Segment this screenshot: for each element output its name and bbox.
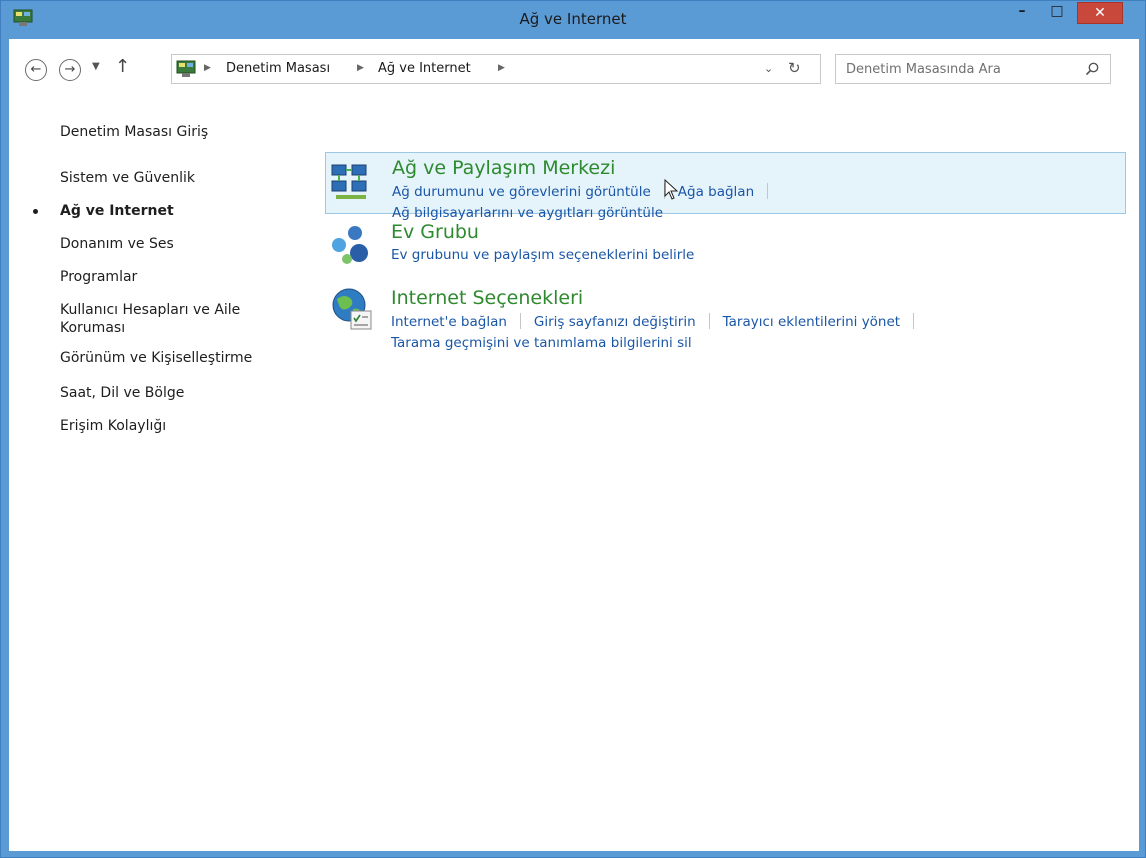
link-separator	[519, 313, 521, 329]
link-separator	[708, 313, 710, 329]
sidebar: Denetim Masası Giriş Sistem ve Güvenlik …	[9, 103, 309, 843]
breadcrumb-chevron-icon[interactable]: ▶	[357, 63, 364, 73]
link-homegroup-options[interactable]: Ev grubunu ve paylaşım seçeneklerini bel…	[391, 247, 694, 263]
search-icon[interactable]	[1084, 61, 1100, 77]
refresh-icon: ↻	[788, 59, 801, 77]
forward-button[interactable]: →	[59, 59, 81, 81]
homegroup-icon	[332, 226, 368, 264]
address-bar[interactable]: ▶ Denetim Masası ▶ Ağ ve Internet ▶ ⌄ ↻	[171, 54, 821, 84]
link-view-network-status[interactable]: Ağ durumunu ve görevlerini görüntüle	[392, 184, 651, 200]
minimize-button[interactable]: –	[1007, 1, 1037, 23]
back-button[interactable]: ←	[25, 59, 47, 81]
up-button[interactable]: ↑	[115, 56, 130, 77]
content-area: ← → ▼ ↑ ▶ Denetim Masası ▶ Ağ ve Interne…	[9, 39, 1139, 851]
category-links-row: Ağ durumunu ve görevlerini görüntüle Ağa …	[392, 183, 781, 200]
sidebar-item-system-security[interactable]: Sistem ve Güvenlik	[60, 169, 195, 187]
link-separator	[913, 313, 915, 329]
minimize-icon: –	[1018, 3, 1026, 19]
maximize-button[interactable]: □	[1037, 1, 1077, 23]
window: Ağ ve Internet – □ ✕ ← → ▼ ↑ ▶ Denetim M…	[0, 0, 1146, 858]
link-separator	[767, 183, 769, 199]
mouse-cursor-icon	[664, 179, 679, 200]
search-box[interactable]	[835, 54, 1111, 84]
arrow-right-icon: →	[64, 62, 76, 77]
arrow-up-icon: ↑	[115, 56, 131, 77]
chevron-down-icon: ⌄	[764, 62, 774, 75]
breadcrumb-chevron-icon[interactable]: ▶	[498, 63, 505, 73]
category-network-sharing[interactable]: Ağ ve Paylaşım Merkezi Ağ durumunu ve gö…	[325, 152, 1126, 221]
link-manage-addons[interactable]: Tarayıcı eklentilerini yönet	[723, 314, 900, 330]
address-dropdown-button[interactable]: ⌄	[764, 62, 773, 75]
refresh-button[interactable]: ↻	[788, 59, 801, 77]
sidebar-item-user-accounts[interactable]: Kullanıcı Hesapları ve Aile Koruması	[60, 301, 270, 337]
category-internet-options: Internet Seçenekleri Internet'e bağlan Gi…	[325, 283, 1125, 363]
navigation-bar: ← → ▼ ↑ ▶ Denetim Masası ▶ Ağ ve Interne…	[9, 39, 1139, 103]
breadcrumb-network-internet[interactable]: Ağ ve Internet	[378, 61, 471, 76]
sidebar-item-clock-language[interactable]: Saat, Dil ve Bölge	[60, 384, 184, 402]
breadcrumb-chevron-icon[interactable]: ▶	[204, 63, 211, 73]
category-links-row: Tarama geçmişini ve tanımlama bilgilerin…	[391, 335, 692, 351]
chevron-down-icon: ▼	[92, 61, 100, 72]
network-sharing-icon	[331, 164, 367, 199]
link-change-homepage[interactable]: Giriş sayfanızı değiştirin	[534, 314, 696, 330]
maximize-icon: □	[1050, 3, 1064, 19]
recent-locations-button[interactable]: ▼	[92, 61, 100, 72]
active-bullet-icon	[33, 209, 38, 214]
breadcrumb-control-panel[interactable]: Denetim Masası	[226, 61, 330, 76]
category-homegroup: Ev Grubu Ev grubunu ve paylaşım seçenekl…	[325, 217, 1125, 277]
window-title: Ağ ve Internet	[519, 10, 627, 28]
sidebar-item-hardware-sound[interactable]: Donanım ve Ses	[60, 235, 174, 253]
sidebar-item-control-panel-home[interactable]: Denetim Masası Giriş	[60, 123, 208, 141]
sidebar-item-programs[interactable]: Programlar	[60, 268, 137, 286]
category-title-network-sharing[interactable]: Ağ ve Paylaşım Merkezi	[392, 157, 615, 179]
category-title-homegroup[interactable]: Ev Grubu	[391, 221, 479, 243]
sidebar-item-appearance[interactable]: Görünüm ve Kişiselleştirme	[60, 349, 252, 367]
category-links-row: Internet'e bağlan Giriş sayfanızı değişti…	[391, 313, 927, 330]
close-button[interactable]: ✕	[1077, 2, 1123, 24]
link-connect-internet[interactable]: Internet'e bağlan	[391, 314, 507, 330]
title-bar[interactable]: Ağ ve Internet – □ ✕	[1, 1, 1145, 39]
link-connect-network[interactable]: Ağa bağlan	[678, 184, 754, 200]
category-title-internet-options[interactable]: Internet Seçenekleri	[391, 287, 583, 309]
category-links-row: Ev grubunu ve paylaşım seçeneklerini bel…	[391, 247, 694, 263]
close-icon: ✕	[1094, 5, 1106, 21]
sidebar-item-ease-of-access[interactable]: Erişim Kolaylığı	[60, 417, 166, 435]
search-input[interactable]	[846, 60, 1066, 78]
sidebar-item-network-internet[interactable]: Ağ ve Internet	[60, 202, 174, 220]
control-panel-icon	[176, 60, 196, 77]
link-delete-history[interactable]: Tarama geçmişini ve tanımlama bilgilerin…	[391, 335, 692, 351]
arrow-left-icon: ←	[30, 62, 42, 77]
internet-options-icon	[332, 288, 372, 330]
